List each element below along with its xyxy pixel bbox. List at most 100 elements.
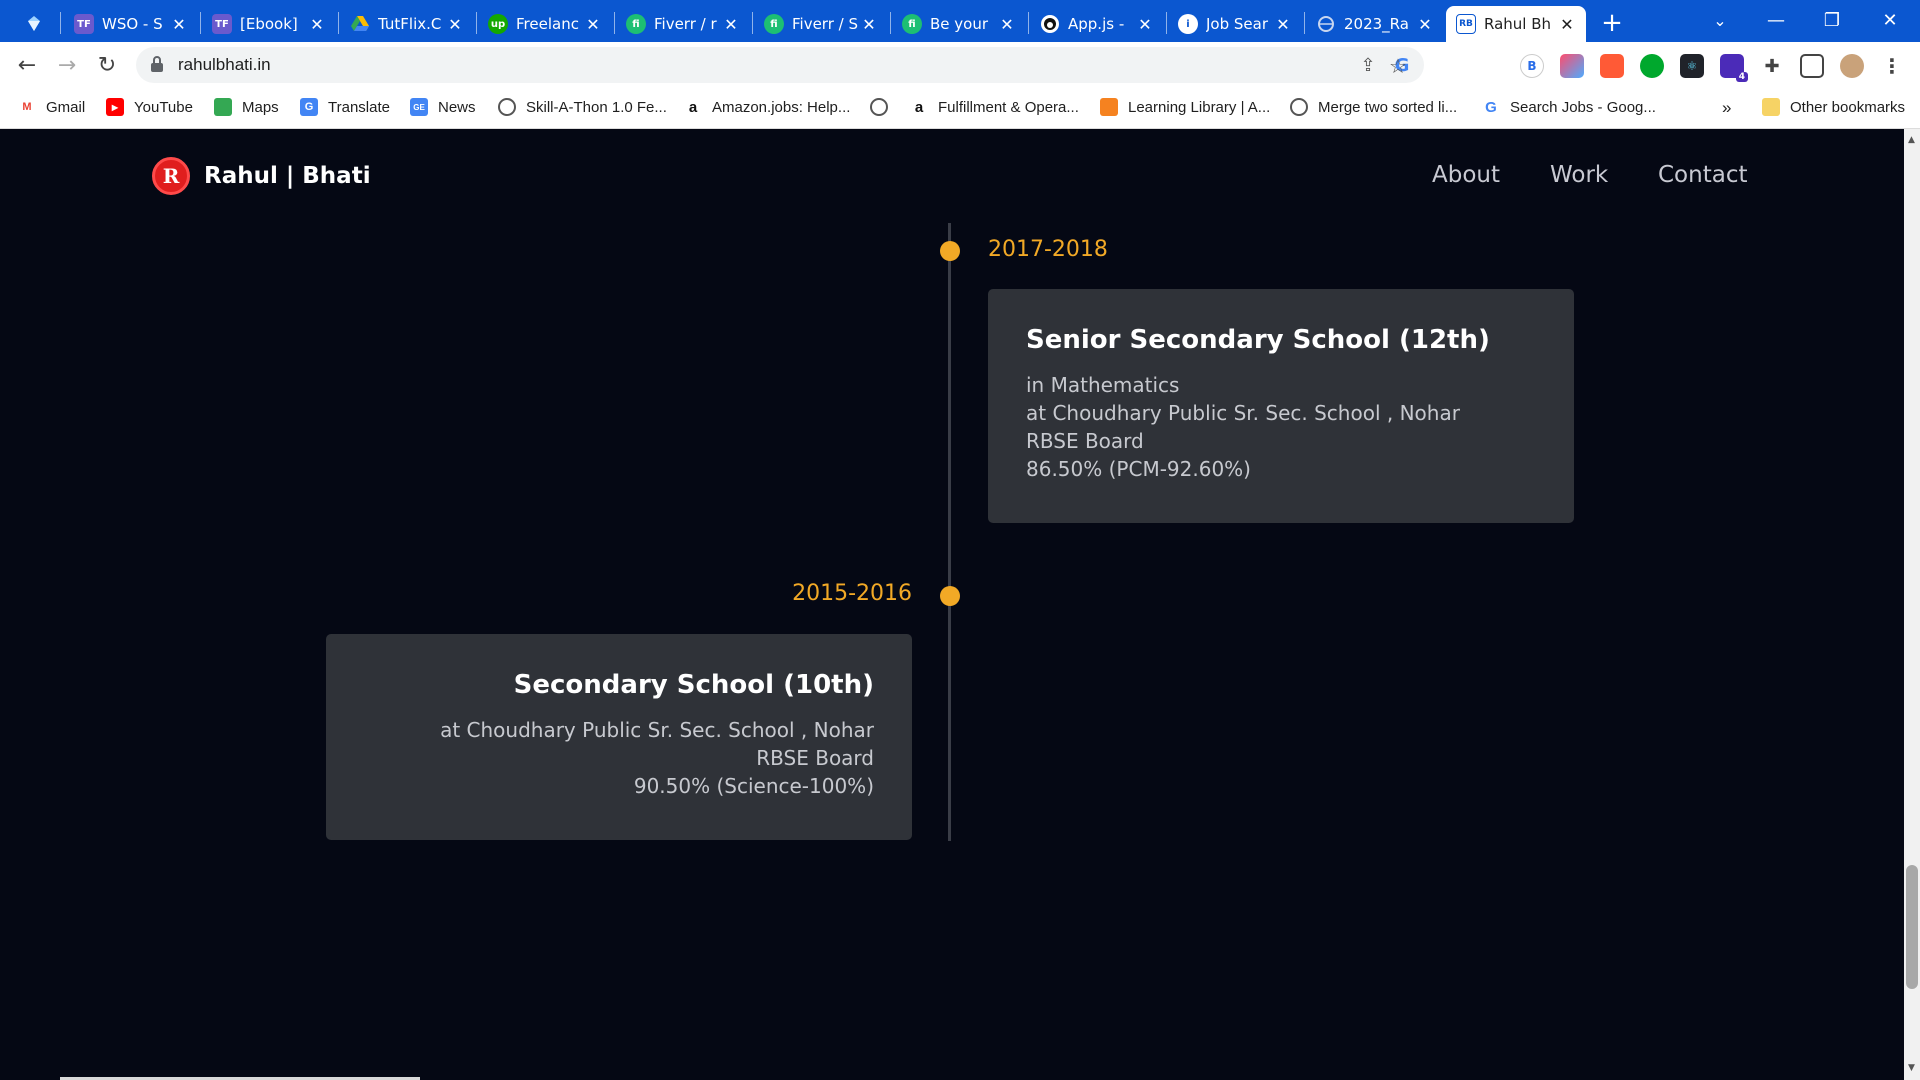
scrollbar-thumb[interactable] [1906, 865, 1918, 989]
tab-title: Job Sear [1206, 15, 1268, 33]
tab-strip: TF WSO - S ✕ TF [Ebook] ✕ TutFlix.C ✕ up… [0, 0, 1920, 42]
bookmark-label: Merge two sorted li... [1318, 98, 1458, 116]
close-icon[interactable]: ✕ [308, 15, 326, 34]
tab-title: WSO - S [102, 15, 163, 33]
tab-be-your[interactable]: fi Be your ✕ [892, 6, 1026, 42]
close-icon[interactable]: ✕ [998, 15, 1016, 34]
react-devtools-icon[interactable]: ⚛ [1680, 54, 1704, 78]
card-line: RBSE Board [756, 746, 874, 770]
bookmark-skill-a-thon[interactable]: Skill-A-Thon 1.0 Fe... [498, 98, 667, 116]
extension-brain-icon[interactable] [1560, 54, 1584, 78]
bookmark-label: Amazon.jobs: Help... [712, 98, 851, 116]
site-logo[interactable]: R Rahul | Bhati [152, 157, 371, 195]
menu-dots-icon[interactable]: ⋮ [1880, 54, 1904, 78]
close-icon[interactable]: ✕ [1274, 15, 1292, 34]
translate-icon: G [300, 98, 318, 116]
close-icon[interactable]: ✕ [446, 15, 464, 34]
timeline-dot [940, 586, 960, 606]
window-close-icon[interactable]: ✕ [1862, 0, 1918, 40]
forward-icon[interactable]: → [52, 50, 82, 80]
restore-icon[interactable]: ❐ [1804, 0, 1860, 40]
back-icon[interactable]: ← [12, 50, 42, 80]
bookmark-gmail[interactable]: M Gmail [18, 98, 85, 116]
diamond-icon [24, 14, 44, 34]
tab-search-icon[interactable]: ⌄ [1692, 0, 1748, 40]
bookmark-merge-lists[interactable]: Merge two sorted li... [1290, 98, 1457, 116]
amazon-icon: a [688, 98, 698, 116]
card-line: 86.50% (PCM-92.60%) [1026, 457, 1251, 481]
tab-2023[interactable]: 2023_Ra ✕ [1306, 6, 1444, 42]
bookmark-search-jobs[interactable]: G Search Jobs - Goog... [1482, 98, 1656, 116]
bookmark-globe[interactable] [870, 98, 898, 116]
bookmark-amazon-jobs[interactable]: a Amazon.jobs: Help... [684, 98, 851, 116]
timeline-year: 2017-2018 [988, 237, 1108, 262]
globe-icon [498, 98, 516, 116]
tab-fiverr-2[interactable]: fi Fiverr / S ✕ [754, 6, 888, 42]
new-tab-button[interactable]: + [1598, 8, 1626, 38]
tab-wso[interactable]: TF WSO - S ✕ [64, 6, 198, 42]
extension-badge-icon[interactable]: 4 [1720, 54, 1748, 82]
tab-title: App.js - [1068, 15, 1125, 33]
puzzle-icon[interactable]: ✚ [1760, 54, 1784, 78]
bookmark-label: YouTube [134, 98, 193, 116]
card-title: Secondary School (10th) [513, 670, 874, 700]
amazon-icon: a [914, 98, 924, 116]
tab-title: TutFlix.C [378, 15, 442, 33]
address-bar[interactable]: rahulbhati.in G ⇪ [136, 47, 1424, 83]
reload-icon[interactable]: ↻ [92, 50, 122, 80]
globe-icon [870, 98, 888, 116]
upwork-icon: up [488, 14, 508, 34]
bookmark-learning-library[interactable]: Learning Library | A... [1100, 98, 1270, 116]
avatar[interactable] [1840, 54, 1864, 78]
tab-title: Fiverr / r [654, 15, 717, 33]
vertical-scrollbar[interactable]: ▲ ▼ [1904, 129, 1920, 1080]
side-panel-icon[interactable] [1800, 54, 1824, 78]
scroll-up-icon[interactable]: ▲ [1908, 135, 1915, 145]
gmail-icon: M [22, 101, 32, 113]
minimize-icon[interactable]: — [1748, 0, 1804, 40]
tf-favicon-icon: TF [74, 14, 94, 34]
bookmark-fulfillment[interactable]: a Fulfillment & Opera... [910, 98, 1079, 116]
tab-tutflix[interactable]: TutFlix.C ✕ [340, 6, 474, 42]
close-icon[interactable]: ✕ [1558, 15, 1576, 34]
close-icon[interactable]: ✕ [860, 15, 878, 34]
lock-icon [150, 56, 164, 76]
bookmarks-overflow-button[interactable]: » [1722, 98, 1731, 118]
nav-about[interactable]: About [1432, 162, 1500, 188]
tab-fiverr-1[interactable]: fi Fiverr / r ✕ [616, 6, 750, 42]
tab-ebook[interactable]: TF [Ebook] ✕ [202, 6, 336, 42]
tab-freelancer[interactable]: up Freelanc ✕ [478, 6, 612, 42]
github-icon [1040, 14, 1060, 34]
nav-contact[interactable]: Contact [1658, 162, 1747, 188]
close-icon[interactable]: ✕ [1136, 15, 1154, 34]
share-icon[interactable]: ⇪ [1356, 53, 1380, 77]
tab-title: Freelanc [516, 15, 579, 33]
education-card-10th: Secondary School (10th) at Choudhary Pub… [326, 634, 912, 840]
bookmark-maps[interactable]: Maps [214, 98, 279, 116]
bookmark-label: Search Jobs - Goog... [1510, 98, 1656, 116]
tab-appjs[interactable]: App.js - ✕ [1030, 6, 1164, 42]
bookmark-other[interactable]: Other bookmarks [1762, 98, 1905, 116]
bookmark-news[interactable]: GE News [410, 98, 476, 116]
card-line: 90.50% (Science-100%) [633, 774, 874, 798]
evernote-icon[interactable] [1640, 54, 1664, 78]
tab-job-search[interactable]: i Job Sear ✕ [1168, 6, 1302, 42]
close-icon[interactable]: ✕ [170, 15, 188, 34]
extension-chart-icon[interactable] [1600, 54, 1624, 78]
close-icon[interactable]: ✕ [584, 15, 602, 34]
bookmark-youtube[interactable]: ▶ YouTube [106, 98, 193, 116]
bookmark-label: Gmail [46, 98, 86, 116]
scroll-down-icon[interactable]: ▼ [1908, 1063, 1915, 1073]
tab-rahul-bhati[interactable]: RB Rahul Bh ✕ [1446, 6, 1586, 42]
extension-b-icon[interactable]: B [1520, 54, 1544, 78]
close-icon[interactable]: ✕ [1416, 15, 1434, 34]
logo-text: Rahul | Bhati [204, 163, 371, 189]
fiverr-icon: fi [626, 14, 646, 34]
globe-icon [1316, 14, 1336, 34]
tab-pinned[interactable] [14, 6, 64, 42]
bookmark-translate[interactable]: G Translate [300, 98, 390, 116]
card-line: at Choudhary Public Sr. Sec. School , No… [1026, 401, 1460, 425]
close-icon[interactable]: ✕ [722, 15, 740, 34]
bookmark-star-icon[interactable]: ☆ [1386, 54, 1410, 78]
nav-work[interactable]: Work [1550, 162, 1608, 188]
